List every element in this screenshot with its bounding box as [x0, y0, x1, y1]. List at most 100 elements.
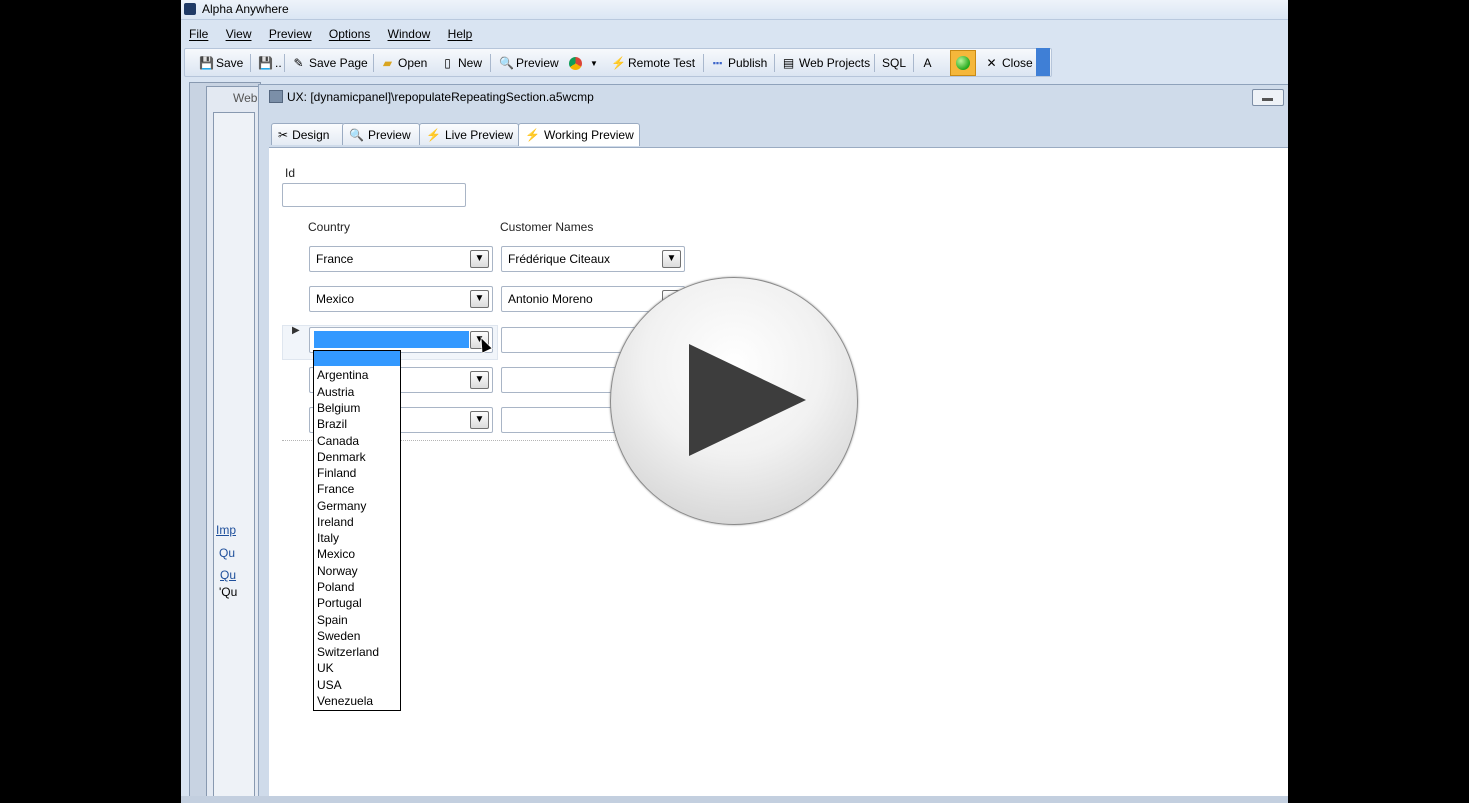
app-logo-icon: [184, 3, 196, 15]
chevron-down-icon[interactable]: ▼: [470, 371, 489, 389]
id-label: Id: [285, 166, 296, 180]
dropdown-option[interactable]: Mexico: [317, 547, 355, 561]
country-dropdown-list[interactable]: Argentina Austria Belgium Brazil Canada …: [313, 350, 401, 711]
dropdown-option[interactable]: France: [317, 482, 354, 496]
dropdown-option[interactable]: Sweden: [317, 629, 360, 643]
toolbar-separator: [774, 54, 775, 72]
web-projects-button[interactable]: ▤ Web Projects: [782, 54, 870, 72]
window-icon: [269, 90, 283, 103]
menu-preview[interactable]: Preview: [261, 25, 318, 41]
dropdown-option[interactable]: Poland: [317, 580, 354, 594]
dropdown-option[interactable]: Norway: [317, 564, 358, 578]
lightning-icon: ⚡: [525, 128, 540, 142]
publish-button[interactable]: ▪▪▪ Publish: [711, 54, 768, 72]
chevron-down-icon[interactable]: ▼: [590, 59, 598, 68]
play-icon: [689, 344, 806, 456]
title-bar: Alpha Anywhere: [181, 0, 1288, 20]
toolbar-separator: [284, 54, 285, 72]
row-pointer-icon: ▶: [292, 325, 300, 336]
tab-live-preview[interactable]: ⚡ Live Preview: [419, 123, 519, 145]
dropdown-blank-option[interactable]: [314, 351, 400, 366]
main-toolbar: 💾 Save 💾.. ✎ Save Page ▰ Open ▯ New 🔍 Preview…: [184, 48, 1052, 77]
side-text: 'Qu: [219, 585, 238, 599]
dropdown-option[interactable]: Germany: [317, 499, 366, 513]
publish-icon: ▪▪▪: [712, 57, 723, 68]
toolbar-edge: [1036, 48, 1050, 76]
dropdown-option[interactable]: Italy: [317, 531, 339, 545]
menu-bar: File View Preview Options Window Help: [181, 25, 1288, 45]
dropdown-option[interactable]: Switzerland: [317, 645, 379, 659]
dropdown-option[interactable]: Brazil: [317, 417, 347, 431]
web-projects-icon: ▤: [782, 55, 795, 70]
customer-select[interactable]: Frédérique Citeaux ▼: [501, 246, 685, 272]
dropdown-option[interactable]: Argentina: [317, 368, 368, 382]
dropdown-option[interactable]: Venezuela: [317, 694, 373, 708]
menu-window[interactable]: Window: [380, 25, 437, 41]
minimize-icon: [1262, 98, 1273, 101]
dropdown-option[interactable]: USA: [317, 678, 342, 692]
dropdown-option[interactable]: Ireland: [317, 515, 354, 529]
dropdown-option[interactable]: Portugal: [317, 596, 362, 610]
tools-icon: ✂: [278, 127, 289, 142]
green-light-icon: [956, 56, 970, 70]
chevron-down-icon[interactable]: ▼: [470, 411, 489, 429]
toolbar-separator: [874, 54, 875, 72]
side-link[interactable]: Qu: [219, 546, 235, 560]
save-page-button[interactable]: ✎ Save Page: [292, 54, 367, 72]
dropdown-option[interactable]: Finland: [317, 466, 356, 480]
dropdown-option[interactable]: Denmark: [317, 450, 366, 464]
side-link[interactable]: Imp: [216, 523, 236, 537]
toolbar-separator: [490, 54, 491, 72]
chevron-down-icon[interactable]: ▼: [662, 250, 681, 268]
preview-button[interactable]: 🔍 Preview: [499, 54, 559, 72]
tab-working-preview[interactable]: ⚡ Working Preview: [518, 123, 640, 146]
close-icon: ✕: [986, 55, 997, 70]
dropdown-option[interactable]: Spain: [317, 613, 348, 627]
save-button[interactable]: 💾 Save: [199, 54, 243, 72]
close-button[interactable]: ✕ Close: [985, 54, 1032, 72]
dropdown-option[interactable]: Canada: [317, 434, 359, 448]
background-panel: [213, 112, 255, 803]
tab-preview[interactable]: 🔍 Preview: [342, 123, 420, 145]
floppy-multi-icon: 💾: [258, 55, 273, 70]
status-bar: [181, 796, 1288, 803]
font-button[interactable]: A: [921, 54, 938, 72]
menu-file[interactable]: File: [181, 25, 214, 41]
sql-button[interactable]: SQL: [882, 54, 906, 72]
lightning-icon: ⚡: [426, 127, 441, 142]
minimize-button[interactable]: [1252, 89, 1284, 106]
dropdown-option[interactable]: UK: [317, 661, 334, 675]
background-tab-label: Web: [233, 91, 258, 105]
menu-view[interactable]: View: [218, 25, 258, 41]
dropdown-option[interactable]: Belgium: [317, 401, 360, 415]
folder-icon: ▰: [382, 55, 393, 70]
new-document-icon: ▯: [444, 55, 451, 70]
save-all-button[interactable]: 💾..: [258, 54, 282, 72]
chevron-down-icon[interactable]: ▼: [470, 290, 489, 308]
open-button[interactable]: ▰ Open: [381, 54, 427, 72]
country-select[interactable]: Mexico ▼: [309, 286, 493, 312]
status-button[interactable]: [950, 50, 976, 76]
chevron-down-icon[interactable]: ▼: [470, 250, 489, 268]
new-button[interactable]: ▯ New: [441, 54, 482, 72]
text-format-icon: A: [923, 55, 932, 70]
id-input[interactable]: [282, 183, 466, 207]
video-play-button[interactable]: [610, 277, 858, 525]
dropdown-option[interactable]: Austria: [317, 385, 354, 399]
toolbar-separator: [703, 54, 704, 72]
magnifier-icon: 🔍: [349, 127, 364, 142]
tab-design[interactable]: ✂ Design: [271, 123, 345, 145]
toolbar-separator: [913, 54, 914, 72]
side-link[interactable]: Qu: [220, 568, 236, 582]
country-header: Country: [308, 220, 351, 234]
menu-help[interactable]: Help: [440, 25, 479, 41]
toolbar-separator: [373, 54, 374, 72]
country-select[interactable]: France ▼: [309, 246, 493, 272]
selected-value-highlight: [314, 331, 469, 348]
save-page-icon: ✎: [293, 55, 304, 70]
menu-options[interactable]: Options: [321, 25, 376, 41]
remote-test-button[interactable]: ⚡ Remote Test: [611, 54, 695, 72]
floppy-icon: 💾: [199, 55, 214, 70]
browser-button[interactable]: ▼: [569, 54, 598, 72]
chrome-icon: [569, 56, 582, 70]
